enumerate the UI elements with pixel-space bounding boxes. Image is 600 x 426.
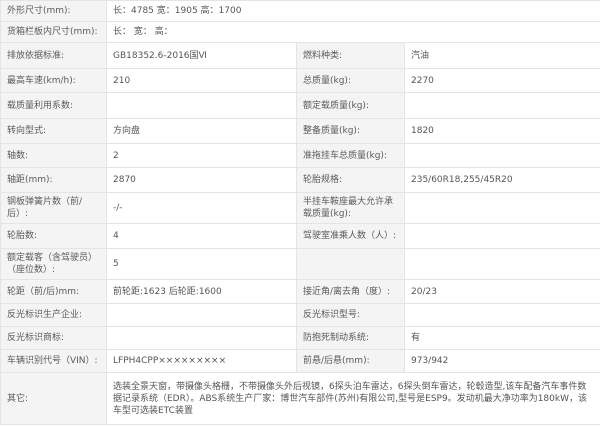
spec-row-axles-trailer: 轴数: 2 准拖挂车总质量(kg):	[0, 143, 600, 168]
spec-row-steering-curb: 转向型式: 方向盘 整备质量(kg): 1820	[0, 118, 600, 144]
spec-label-approach-departure: 接近角/离去角（度）:	[296, 279, 405, 304]
spec-label-overhang: 前悬/后悬(mm):	[296, 349, 405, 373]
spec-value-rated-load	[403, 92, 600, 119]
spec-value-abs: 有	[403, 326, 600, 350]
spec-value-vin: LFPH4CPP×××××××××	[106, 349, 297, 373]
spec-label-leaf-springs: 钢板弹簧片数（前/后）:	[0, 192, 107, 224]
spec-value-other: 选装全景天窗，带摄像头格栅，不带摄像头外后视镜，6探头泊车雷达，6探头倒车雷达，…	[105, 372, 600, 425]
spec-value-total-mass: 2270	[403, 68, 600, 93]
spec-value-dimensions: 长：4785 宽：1905 高：1700	[105, 0, 600, 22]
spec-value-fuel-type: 汽油	[403, 42, 600, 69]
spec-value-reflector-model	[403, 303, 600, 327]
spec-label-vin: 车辆识别代号（VIN）:	[0, 349, 107, 373]
spec-row-reflector-abs: 反光标识商标: 防抱死制动系统: 有	[0, 326, 600, 350]
spec-value-reflector-brand	[106, 326, 297, 350]
spec-value-curb-mass: 1820	[403, 118, 600, 144]
spec-label-tire-spec: 轮胎规格:	[296, 167, 405, 193]
spec-label-abs: 防抱死制动系统:	[296, 326, 405, 350]
spec-row-emission-fuel: 排放依据标准: GB18352.6-2016国Ⅵ 燃料种类: 汽油	[0, 42, 600, 69]
vehicle-spec-table: 外形尺寸(mm): 长：4785 宽：1905 高：1700 货箱栏板内尺寸(m…	[0, 0, 600, 425]
spec-label-rated-load: 额定载质量(kg):	[296, 92, 405, 119]
spec-row-speed-mass: 最高车速(km/h): 210 总质量(kg): 2270	[0, 68, 600, 93]
spec-value-emission-standard: GB18352.6-2016国Ⅵ	[106, 42, 297, 69]
spec-label-steering-type: 转向型式:	[0, 118, 107, 144]
spec-label-empty	[296, 248, 405, 280]
spec-label-fuel-type: 燃料种类:	[296, 42, 405, 69]
spec-value-tire-spec: 235/60R18,255/45R20	[403, 167, 600, 193]
spec-label-cab-occupants: 驾驶室准乘人数（人）:	[296, 223, 405, 249]
spec-label-seat-count: 额定载客（含驾驶员）（座位数）:	[0, 248, 107, 280]
spec-label-load-coefficient: 载质量利用系数:	[0, 92, 107, 119]
spec-label-dimensions: 外形尺寸(mm):	[0, 0, 107, 22]
spec-label-max-speed: 最高车速(km/h):	[0, 68, 107, 93]
spec-value-trailer-mass	[403, 143, 600, 168]
spec-row-other: 其它: 选装全景天窗，带摄像头格栅，不带摄像头外后视镜，6探头泊车雷达，6探头倒…	[0, 372, 600, 425]
spec-value-cab-occupants	[403, 223, 600, 249]
spec-row-vin-overhang: 车辆识别代号（VIN）: LFPH4CPP××××××××× 前悬/后悬(mm)…	[0, 349, 600, 373]
spec-label-emission-standard: 排放依据标准:	[0, 42, 107, 69]
spec-value-empty	[403, 248, 600, 280]
spec-label-reflector-brand: 反光标识商标:	[0, 326, 107, 350]
spec-row-wheelbase-tire: 轴距(mm): 2870 轮胎规格: 235/60R18,255/45R20	[0, 167, 600, 193]
spec-label-axle-count: 轴数:	[0, 143, 107, 168]
spec-label-curb-mass: 整备质量(kg):	[296, 118, 405, 144]
spec-label-track-width: 轮距（前/后)mm:	[0, 279, 107, 304]
spec-label-other: 其它:	[0, 372, 107, 425]
spec-label-tire-count: 轮胎数:	[0, 223, 107, 249]
spec-value-track-width: 前轮距:1623 后轮距:1600	[106, 279, 297, 304]
spec-row-track-angles: 轮距（前/后)mm: 前轮距:1623 后轮距:1600 接近角/离去角（度）:…	[0, 279, 600, 304]
spec-row-load: 载质量利用系数: 额定载质量(kg):	[0, 92, 600, 119]
spec-label-cargo-box: 货箱栏板内尺寸(mm):	[0, 21, 107, 43]
spec-value-tire-count: 4	[106, 223, 297, 249]
spec-value-overhang: 973/942	[403, 349, 600, 373]
spec-value-seat-count: 5	[106, 248, 297, 280]
spec-label-wheelbase: 轴距(mm):	[0, 167, 107, 193]
spec-value-axle-count: 2	[106, 143, 297, 168]
spec-value-load-coefficient	[106, 92, 297, 119]
spec-row-springs-saddle: 钢板弹簧片数（前/后）: -/- 半挂车鞍座最大允许承载质量(kg):	[0, 192, 600, 224]
spec-row-tires-cab: 轮胎数: 4 驾驶室准乘人数（人）:	[0, 223, 600, 249]
spec-label-reflector-maker: 反光标识生产企业:	[0, 303, 107, 327]
spec-value-steering-type: 方向盘	[106, 118, 297, 144]
spec-value-leaf-springs: -/-	[106, 192, 297, 224]
spec-value-approach-departure: 20/23	[403, 279, 600, 304]
spec-row-seats: 额定载客（含驾驶员）（座位数）: 5	[0, 248, 600, 280]
spec-label-trailer-mass: 准拖挂车总质量(kg):	[296, 143, 405, 168]
spec-row-cargo-box: 货箱栏板内尺寸(mm): 长： 宽： 高：	[0, 21, 600, 43]
spec-label-total-mass: 总质量(kg):	[296, 68, 405, 93]
spec-value-wheelbase: 2870	[106, 167, 297, 193]
spec-label-reflector-model: 反光标识型号:	[296, 303, 405, 327]
spec-value-saddle-load	[403, 192, 600, 224]
spec-value-cargo-box: 长： 宽： 高：	[105, 21, 600, 43]
spec-value-max-speed: 210	[106, 68, 297, 93]
spec-row-dimensions: 外形尺寸(mm): 长：4785 宽：1905 高：1700	[0, 0, 600, 22]
spec-row-reflector-maker: 反光标识生产企业: 反光标识型号:	[0, 303, 600, 327]
spec-label-saddle-load: 半挂车鞍座最大允许承载质量(kg):	[296, 192, 405, 224]
spec-value-reflector-maker	[106, 303, 297, 327]
